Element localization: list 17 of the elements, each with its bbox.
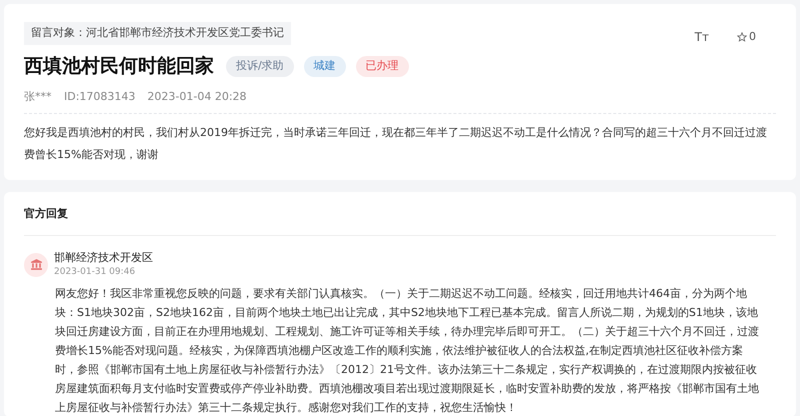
reply-time: 2023-01-31 09:46: [54, 266, 136, 279]
message-id: ID:17083143: [64, 88, 136, 104]
recipient-label: 留言对象：河北省邯郸市经济技术开发区党工委书记: [24, 22, 291, 44]
building-icon: [24, 252, 48, 276]
star-icon: [737, 32, 747, 42]
message-time: 2023-01-04 20:28: [147, 88, 247, 104]
tag: 城建: [304, 56, 346, 76]
reply-body: 网友您好！我区非常重视您反映的问题，要求有关部门认真核实。（一）关于二期迟迟不动工问题。经核实，回迁用地共计464亩，分为两个地块：S1地块302亩，S2地块162亩，目前两个地块土地已出让完成，其中S2地块地下工程已基本完成。留言人所说二期，为规划的S1地块，该地块回迁房建设方面，目前正在办理用地规划、工程规划、施工许可证等相关手续，待办理完毕后即可开工。（二）关于超三十六个月不回迁，过渡费增长15%能否对现问题。经核实，为保障西填池棚户区改造工作的顺利实施，依法维护被征收人的合法权益,在制定西填池社区征收补偿方案时，参照《邯郸市国有土地上房屋征收与补偿暂行办法》〔2012〕21号文件。该办法第三十二条规定，实行产权调换的，在过渡期限内按被征收房屋建筑面积每月支付临时安置费或停产停业补助费。西填池棚改项目若出现过渡期限延长，临时安置补助费的发放，将严格按《邯郸市国有土地上房屋征收与补偿暂行办法》第三十二条规定执行。感谢您对我们工作的支持，祝您生活愉快！: [55, 286, 760, 416]
author-name: 张***: [24, 88, 52, 104]
message-body: 您好我是西填池村的村民，我们村从2019年拆迁完，当时承诺三年回迁，现在都三年半了二期迟迟不动工是什么情况？合同写的超三十六个月不回迁过渡费曾长15%能否对现，谢谢: [24, 125, 768, 163]
favorite-button[interactable]: 0: [737, 28, 756, 46]
message-title: 西填池村民何时能回家: [24, 54, 214, 79]
font-size-button[interactable]: Tт: [694, 28, 709, 46]
reply-heading: 官方回复: [24, 206, 776, 236]
tag: 已办理: [356, 56, 409, 76]
tag: 投诉/求助: [226, 56, 294, 76]
org-name: 邯郸经济技术开发区: [54, 250, 153, 266]
